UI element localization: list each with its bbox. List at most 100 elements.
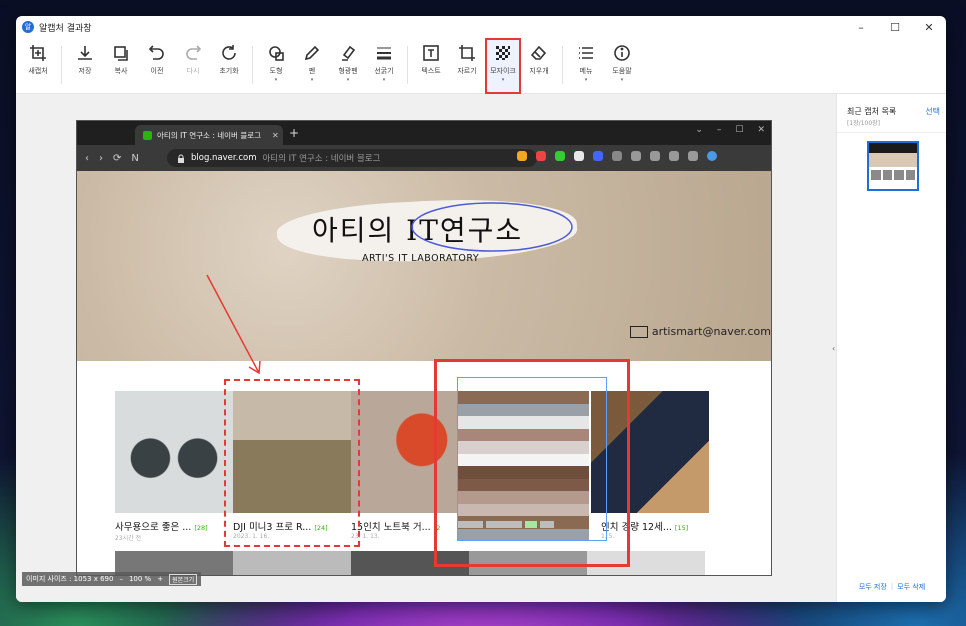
original-size-button[interactable]: 원본크기 [169, 573, 198, 585]
browser-window-controls: ⌄ – ☐ ✕ [695, 125, 765, 135]
crop-button[interactable]: 자르기 [449, 38, 485, 94]
redo-icon [186, 45, 202, 60]
star-icon [517, 151, 527, 161]
zoom-out-button[interactable]: – [119, 575, 123, 583]
naver-blog-favicon-icon [143, 130, 152, 140]
blog-email: artismart@naver.com [629, 325, 771, 338]
shape-dropdown-icon: ▾ [274, 77, 278, 83]
browser-tab: 아티의 IT 연구소 : 네이버 블로그 ✕ [135, 125, 283, 145]
post-date: 23시간 전 [115, 535, 142, 542]
reset-button[interactable]: 초기화 [211, 38, 247, 94]
help-label: 도움말 [612, 67, 632, 75]
mosaic-button[interactable]: 모자이크 ▾ [485, 38, 521, 94]
line-thickness-label: 선굵기 [374, 67, 394, 75]
recent-captures-panel: 최근 캡처 목록 선택 [1장/100장] 모두 저장 | 모두 삭제 [836, 94, 946, 602]
capture-thumbnail[interactable] [867, 141, 919, 191]
browser-extensions [517, 151, 717, 161]
highlighter-icon [342, 45, 356, 61]
toolbar-divider [252, 46, 253, 84]
eraser-icon [530, 45, 547, 60]
profile-avatar-icon [707, 151, 717, 161]
menu-dropdown-icon: ▾ [584, 77, 588, 83]
tab-close-icon: ✕ [272, 130, 279, 140]
mail-icon [629, 325, 648, 338]
mosaic-label: 모자이크 [490, 67, 516, 75]
window-title: 알캡처 결과창 [39, 23, 92, 34]
toolbar-divider [61, 46, 62, 84]
zoom-in-button[interactable]: + [157, 575, 163, 583]
url-field: blog.naver.com 아티의 IT 연구소 : 네이버 블로그 [167, 149, 537, 167]
menu-button[interactable]: 메뉴 ▾ [568, 38, 604, 94]
browser-tab-title: 아티의 IT 연구소 : 네이버 블로그 [157, 130, 262, 140]
shield-icon [555, 151, 565, 161]
mosaic-dropdown-icon: ▾ [501, 77, 505, 83]
info-icon [614, 45, 630, 61]
mosaic-icon [496, 46, 510, 60]
annotation-arrow [206, 274, 261, 375]
undo-icon [148, 45, 164, 60]
line-thickness-icon [377, 47, 391, 60]
captured-image[interactable]: 아티의 IT 연구소 : 네이버 블로그 ✕ + ⌄ – ☐ ✕ ‹ › ⟳ N [76, 120, 772, 576]
line-thickness-button[interactable]: 선굵기 ▾ [366, 38, 402, 94]
text-icon [423, 45, 439, 61]
new-tab-icon: + [289, 126, 300, 140]
window-controls: – ☐ ✕ [844, 16, 946, 38]
minimize-button[interactable]: – [844, 16, 878, 38]
undo-button[interactable]: 이전 [139, 38, 175, 94]
toolbar-divider [562, 46, 563, 84]
copy-button[interactable]: 복사 [103, 38, 139, 94]
shape-button[interactable]: 도형 ▾ [258, 38, 294, 94]
post-thumbnail [115, 391, 233, 513]
extension-icon [593, 151, 603, 161]
pen-button[interactable]: 펜 ▾ [294, 38, 330, 94]
help-button[interactable]: 도움말 ▾ [604, 38, 640, 94]
save-all-button[interactable]: 모두 저장 [859, 582, 887, 592]
text-button[interactable]: 텍스트 [413, 38, 449, 94]
eraser-label: 지우개 [529, 67, 549, 75]
sidebar-actions: 모두 저장 | 모두 삭제 [837, 582, 946, 592]
new-capture-icon [30, 45, 46, 61]
delete-all-button[interactable]: 모두 삭제 [897, 582, 925, 592]
divider [837, 132, 946, 133]
select-button[interactable]: 선택 [925, 106, 940, 117]
download-icon [78, 46, 92, 60]
browser-close-icon: ✕ [757, 125, 765, 135]
pen-icon [304, 45, 320, 61]
puzzle-icon [612, 151, 622, 161]
save-button[interactable]: 저장 [67, 38, 103, 94]
recent-captures-title: 최근 캡처 목록 [847, 107, 897, 116]
screenshot-icon [669, 151, 679, 161]
help-dropdown-icon: ▾ [620, 77, 624, 83]
title-bar[interactable]: 알 알캡처 결과창 – ☐ ✕ [16, 16, 946, 38]
dashed-rectangle-annotation[interactable] [224, 379, 360, 547]
redo-button[interactable]: 다시 [175, 38, 211, 94]
app-logo-icon: 알 [22, 21, 34, 33]
eraser-button[interactable]: 지우개 [521, 38, 557, 94]
solid-rectangle-annotation[interactable] [434, 359, 630, 567]
close-button[interactable]: ✕ [912, 16, 946, 38]
status-bar: 이미지 사이즈 : 1053 x 690 – 100 % + 원본크기 [22, 572, 202, 586]
highlighter-label: 형광펜 [338, 67, 358, 75]
divider: | [890, 582, 894, 590]
copy-label: 복사 [114, 67, 128, 75]
capture-canvas[interactable]: 아티의 IT 연구소 : 네이버 블로그 ✕ + ⌄ – ☐ ✕ ‹ › ⟳ N [16, 94, 836, 602]
cast-icon [650, 151, 660, 161]
highlighter-button[interactable]: 형광펜 ▾ [330, 38, 366, 94]
new-capture-button[interactable]: 새캡처 [20, 38, 56, 94]
collapse-panel-icon[interactable]: ‹ [832, 344, 835, 353]
url-page-title: 아티의 IT 연구소 : 네이버 블로그 [262, 154, 381, 164]
refresh-icon [222, 45, 236, 60]
download-icon [631, 151, 641, 161]
maximize-button[interactable]: ☐ [878, 16, 912, 38]
toolbar: 새캡처 저장 복사 이전 다시 초기화 도형 ▾ 펜 ▾ 형광펜 ▾ 선굵기 ▾… [16, 38, 946, 94]
crop-label: 자르기 [457, 67, 477, 75]
menu-icon [579, 47, 593, 59]
browser-maximize-icon: ☐ [735, 125, 744, 135]
browser-nav: ‹ › ⟳ N [85, 153, 139, 164]
undo-label: 이전 [150, 67, 164, 75]
post-title: 15인치 노트북 거... [2 [351, 522, 441, 533]
browser-tab-strip: 아티의 IT 연구소 : 네이버 블로그 ✕ + ⌄ – ☐ ✕ [77, 121, 771, 145]
email-text: artismart@naver.com [651, 325, 771, 338]
zoom-level: 100 % [128, 575, 152, 583]
copy-icon [114, 46, 128, 61]
